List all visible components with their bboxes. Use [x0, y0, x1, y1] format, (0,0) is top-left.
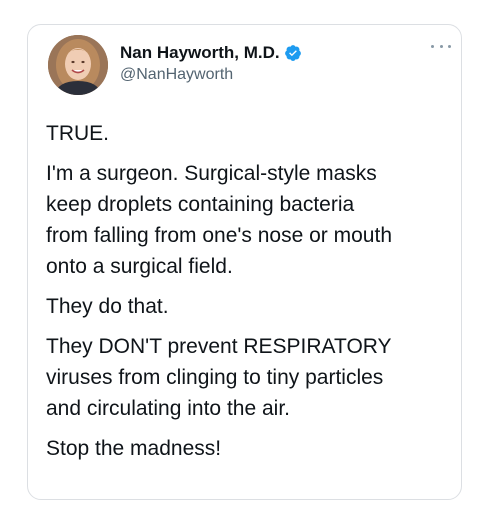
tweet-line: from falling from one's nose or mouth	[46, 224, 392, 247]
tweet-paragraph: They DON'T prevent RESPIRATORY viruses f…	[46, 331, 458, 424]
more-dot	[439, 44, 443, 48]
tweet-paragraph: They do that.	[46, 291, 458, 322]
tweet-paragraph: TRUE.	[46, 118, 458, 149]
tweet-line: viruses from clinging to tiny particles	[46, 366, 384, 389]
more-dot	[431, 44, 434, 48]
tweet-line: onto a surgical field.	[46, 255, 233, 278]
verified-badge-icon	[284, 44, 302, 62]
more-options-icon[interactable]	[431, 41, 451, 51]
author-name-row[interactable]: Nan Hayworth, M.D.	[120, 43, 302, 63]
avatar[interactable]	[48, 35, 108, 95]
tweet-line: They DON'T prevent RESPIRATORY	[46, 335, 392, 358]
tweet-card[interactable]: Nan Hayworth, M.D. @NanHayworth TRUE. I'…	[27, 24, 462, 500]
tweet-line: and circulating into the air.	[46, 397, 290, 420]
tweet-text: TRUE. I'm a surgeon. Surgical-style mask…	[46, 118, 458, 473]
tweet-line: keep droplets containing bacteria	[46, 193, 355, 216]
tweet-paragraph: Stop the madness!	[46, 433, 458, 464]
more-dot	[448, 44, 451, 48]
tweet-line: Stop the madness!	[46, 437, 222, 460]
tweet-line: They do that.	[46, 295, 169, 318]
author-handle[interactable]: @NanHayworth	[120, 66, 233, 84]
author-display-name[interactable]: Nan Hayworth, M.D.	[120, 43, 280, 63]
tweet-line: TRUE.	[46, 122, 109, 145]
tweet-paragraph: I'm a surgeon. Surgical-style masks keep…	[46, 158, 458, 282]
tweet-line: I'm a surgeon. Surgical-style masks	[46, 162, 377, 185]
